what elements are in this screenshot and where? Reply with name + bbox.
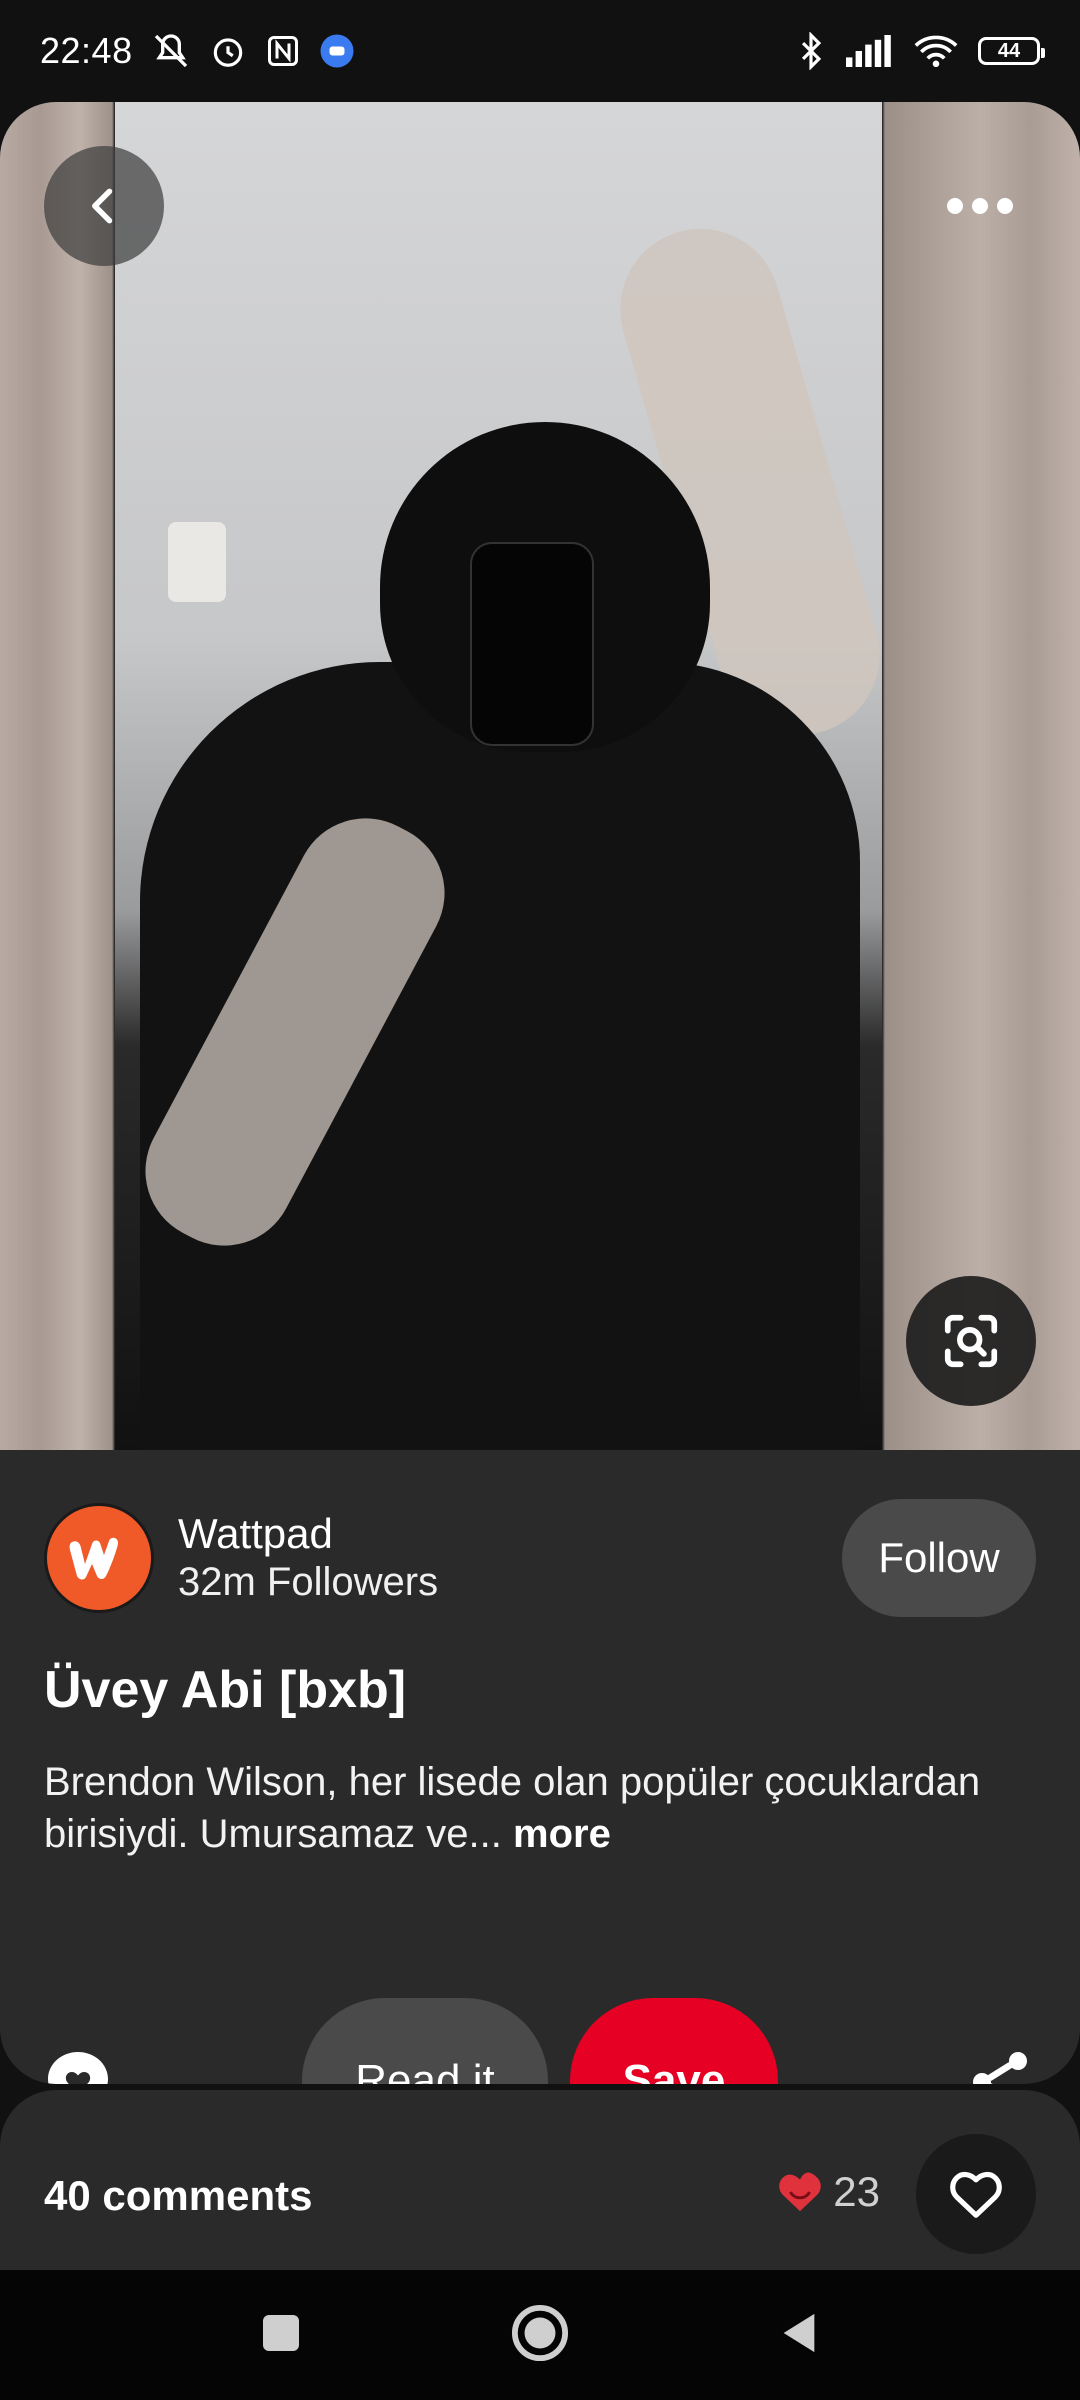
status-time: 22:48 [40,30,133,71]
more-link[interactable]: more [513,1812,611,1856]
avatar[interactable] [44,1503,154,1613]
follow-button[interactable]: Follow [842,1499,1036,1617]
nfc-icon [265,33,301,69]
wattpad-logo-icon [69,1537,118,1580]
pin-title: Üvey Abi [bxb] [44,1661,407,1719]
react-button[interactable] [916,2134,1036,2254]
status-bar: 22:48 44 [0,0,1080,102]
status-right: 44 [796,32,1045,70]
comment-button[interactable] [42,2046,114,2084]
recents-button[interactable] [261,2313,301,2358]
share-button[interactable] [964,2046,1036,2084]
heart-outline-icon [950,2171,1002,2218]
more-options-button[interactable] [920,146,1040,266]
battery-icon: 44 [978,37,1045,65]
creator-followers: 32m Followers [178,1560,439,1604]
back-nav-button[interactable] [779,2310,819,2361]
reaction-count: 23 [833,2168,880,2215]
wall-outlet [168,522,226,602]
triangle-back-icon [783,2313,815,2352]
creator-text: Wattpad 32m Followers [178,1510,438,1606]
comments-count[interactable]: 40 comments [44,2172,312,2220]
save-button[interactable]: Save [570,1998,778,2084]
pin-card: Wattpad 32m Followers Follow Üvey Abi [b… [0,102,1080,2084]
comments-card[interactable]: 40 comments 23 [0,2090,1080,2270]
heart-eyes-reaction-icon [779,2172,822,2212]
status-left: 22:48 [40,30,355,72]
visual-search-button[interactable] [906,1276,1036,1406]
chevron-left-icon [92,188,113,224]
pin-description: Brendon Wilson, her lisede olan popüler … [44,1756,1034,1860]
navigation-bar [0,2270,1080,2400]
read-it-button[interactable]: Read it [302,1998,548,2084]
wifi-icon [914,34,958,68]
comment-heart-icon [48,2052,108,2084]
app-notification-icon [319,33,355,69]
creator-name[interactable]: Wattpad [178,1510,438,1558]
square-icon [263,2314,299,2351]
bluetooth-icon [796,32,826,70]
circle-home-icon [511,2304,569,2361]
back-button[interactable] [44,146,164,266]
reaction-summary[interactable]: 23 [777,2168,880,2216]
mute-icon [151,31,191,71]
lens-search-icon [944,1314,998,1368]
ellipsis-icon [947,198,1013,214]
action-row: Read it Save [0,1998,1080,2084]
creator-row: Wattpad 32m Followers Follow [44,1498,1036,1618]
phone [470,542,594,746]
alarm-icon [209,32,247,70]
home-button[interactable] [511,2304,569,2367]
pin-image[interactable] [0,102,1080,1450]
signal-icon [846,35,894,67]
share-icon [973,2052,1027,2084]
